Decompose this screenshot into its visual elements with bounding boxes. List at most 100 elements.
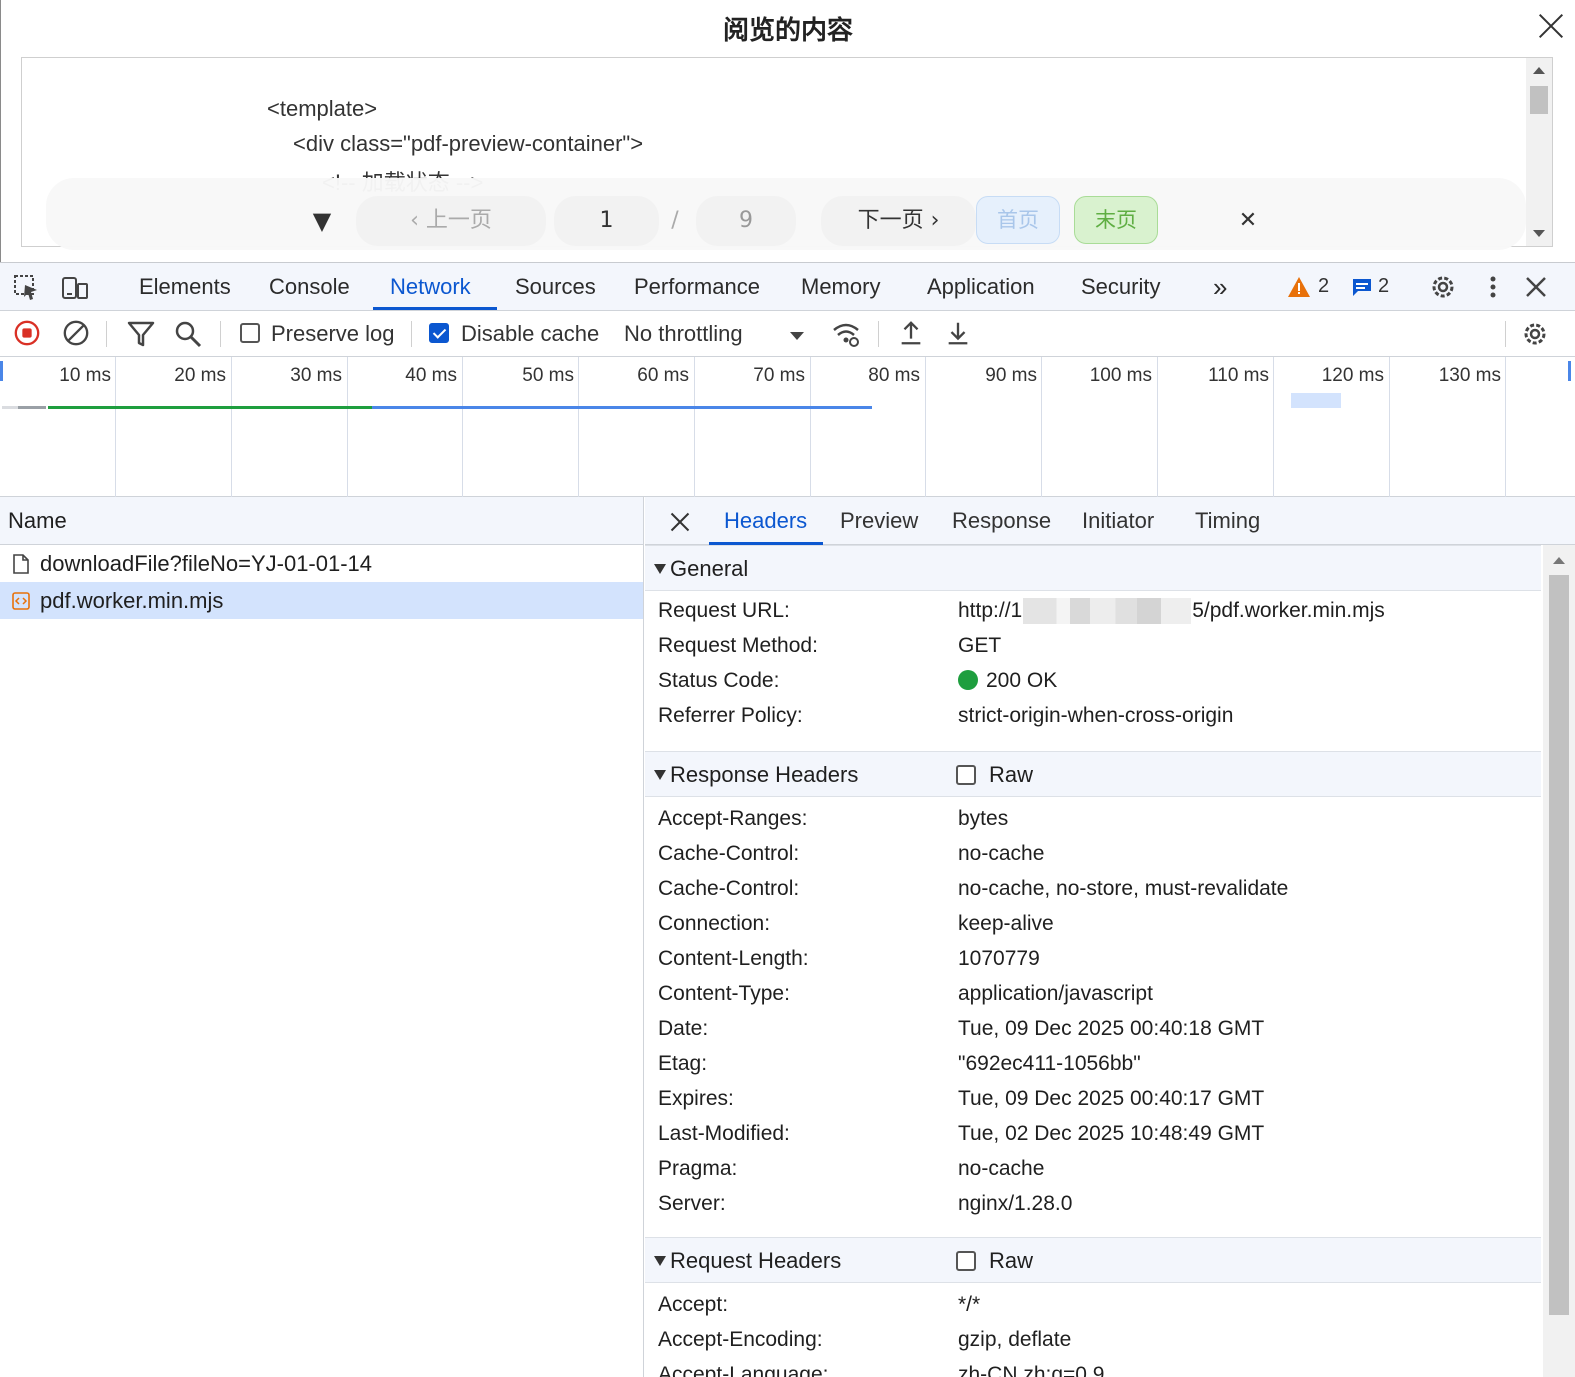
scrollbar-thumb[interactable] xyxy=(1549,575,1569,1315)
timeline-right-handle[interactable] xyxy=(1568,361,1571,381)
next-page-button[interactable]: 下一页 › xyxy=(821,196,976,246)
disable-cache-label[interactable]: Disable cache xyxy=(461,311,599,357)
name-column-header[interactable]: Name xyxy=(0,497,643,545)
current-page-input[interactable]: 1 xyxy=(554,196,659,246)
network-conditions-icon[interactable] xyxy=(831,320,861,348)
header-value[interactable]: http://1 5/pdf.worker.min.mjs xyxy=(958,593,1385,628)
last-page-button[interactable]: 末页 xyxy=(1074,196,1158,244)
clear-icon[interactable] xyxy=(61,319,91,347)
tab-response[interactable]: Response xyxy=(952,497,1051,545)
chevron-down-icon[interactable] xyxy=(787,321,807,349)
header-name: Content-Length: xyxy=(658,947,809,970)
header-value[interactable]: */* xyxy=(958,1287,980,1322)
timeline-gridline xyxy=(578,357,579,497)
filter-icon[interactable] xyxy=(126,320,156,348)
stop-recording-icon[interactable] xyxy=(12,319,42,347)
device-toolbar-icon[interactable] xyxy=(60,273,90,301)
network-overview-timeline[interactable]: 10 ms 20 ms 30 ms 40 ms 50 ms 60 ms 70 m… xyxy=(0,357,1575,497)
header-value[interactable]: no-cache xyxy=(958,836,1044,871)
header-value[interactable]: GET xyxy=(958,628,1001,663)
close-details-icon[interactable] xyxy=(669,511,691,533)
messages-count[interactable]: 2 xyxy=(1378,275,1389,298)
scroll-down-arrow-icon[interactable] xyxy=(1533,230,1545,237)
prev-page-button[interactable]: ‹ 上一页 xyxy=(356,196,546,246)
scroll-up-arrow-icon[interactable] xyxy=(1533,67,1545,74)
header-name: Cache-Control: xyxy=(658,877,800,900)
preserve-log-label[interactable]: Preserve log xyxy=(271,311,395,357)
total-pages: 9 xyxy=(696,196,796,246)
more-tabs-icon[interactable]: » xyxy=(1213,263,1227,311)
warning-icon[interactable] xyxy=(1287,276,1311,298)
header-name: Pragma: xyxy=(658,1157,738,1180)
preview-scrollbar[interactable] xyxy=(1526,58,1552,246)
tab-performance[interactable]: Performance xyxy=(634,263,760,311)
close-devtools-icon[interactable] xyxy=(1521,273,1551,301)
header-row: Accept: */* xyxy=(645,1287,1541,1322)
header-value[interactable]: Tue, 09 Dec 2025 00:40:17 GMT xyxy=(958,1081,1264,1116)
request-row-selected[interactable]: pdf.worker.min.mjs xyxy=(0,582,643,619)
pager-close-icon[interactable]: ✕ xyxy=(1226,196,1270,246)
search-icon[interactable] xyxy=(174,320,204,348)
warnings-count[interactable]: 2 xyxy=(1318,275,1329,298)
tab-application[interactable]: Application xyxy=(927,263,1035,311)
inspect-element-icon[interactable] xyxy=(12,273,42,301)
raw-checkbox[interactable] xyxy=(956,1251,976,1271)
export-har-icon[interactable] xyxy=(943,319,973,347)
header-value[interactable]: Tue, 09 Dec 2025 00:40:18 GMT xyxy=(958,1011,1264,1046)
request-headers-section-header[interactable]: Request Headers Raw xyxy=(645,1237,1541,1283)
header-value[interactable]: 200 OK xyxy=(958,663,1057,698)
devtools-main-toolbar: Elements Console Network Sources Perform… xyxy=(0,263,1575,311)
header-value[interactable]: 1070779 xyxy=(958,941,1040,976)
header-value[interactable]: keep-alive xyxy=(958,906,1054,941)
timeline-bar-waiting xyxy=(48,406,372,409)
timeline-left-handle[interactable] xyxy=(0,361,3,381)
timeline-tick-label: 80 ms xyxy=(868,365,920,386)
tab-initiator[interactable]: Initiator xyxy=(1082,497,1154,545)
tab-headers[interactable]: Headers xyxy=(724,497,807,545)
raw-checkbox[interactable] xyxy=(956,765,976,785)
code-line: <template> xyxy=(267,96,378,121)
header-value[interactable]: bytes xyxy=(958,801,1008,836)
header-value[interactable]: Tue, 02 Dec 2025 10:48:49 GMT xyxy=(958,1116,1264,1151)
preserve-log-checkbox[interactable] xyxy=(240,323,260,343)
request-row[interactable]: downloadFile?fileNo=YJ-01-01-14 xyxy=(0,545,643,582)
timeline-gridline xyxy=(115,357,116,497)
header-value[interactable]: no-cache xyxy=(958,1151,1044,1186)
raw-label[interactable]: Raw xyxy=(989,1238,1033,1284)
header-value[interactable]: strict-origin-when-cross-origin xyxy=(958,698,1233,733)
header-value[interactable]: gzip, deflate xyxy=(958,1322,1071,1357)
general-section-header[interactable]: General xyxy=(645,545,1541,591)
import-har-icon[interactable] xyxy=(896,319,926,347)
tab-preview[interactable]: Preview xyxy=(840,497,918,545)
expand-triangle-icon xyxy=(654,770,666,780)
tab-elements[interactable]: Elements xyxy=(139,263,231,311)
tab-network[interactable]: Network xyxy=(390,263,471,311)
details-scrollbar[interactable] xyxy=(1543,545,1575,1377)
scroll-up-arrow-icon[interactable] xyxy=(1553,557,1565,564)
tab-security[interactable]: Security xyxy=(1081,263,1160,311)
header-value[interactable]: "692ec411-1056bb" xyxy=(958,1046,1141,1081)
header-value[interactable]: no-cache, no-store, must-revalidate xyxy=(958,871,1288,906)
header-value[interactable]: zh-CN,zh;q=0.9 xyxy=(958,1357,1105,1377)
timeline-gridline xyxy=(1389,357,1390,497)
settings-gear-icon[interactable] xyxy=(1428,273,1458,301)
raw-label[interactable]: Raw xyxy=(989,752,1033,798)
first-page-button[interactable]: 首页 xyxy=(976,196,1060,244)
header-name: Accept-Encoding: xyxy=(658,1328,823,1351)
pager-menu-icon[interactable]: ▼ xyxy=(302,196,342,246)
tab-sources[interactable]: Sources xyxy=(515,263,596,311)
tab-timing[interactable]: Timing xyxy=(1195,497,1260,545)
network-settings-gear-icon[interactable] xyxy=(1520,320,1550,348)
url-prefix: http://1 xyxy=(958,599,1023,622)
more-options-icon[interactable] xyxy=(1478,273,1508,301)
scrollbar-thumb[interactable] xyxy=(1530,86,1548,114)
disable-cache-checkbox[interactable] xyxy=(429,323,449,343)
header-value[interactable]: application/javascript xyxy=(958,976,1153,1011)
tab-memory[interactable]: Memory xyxy=(801,263,880,311)
response-headers-section-header[interactable]: Response Headers Raw xyxy=(645,751,1541,797)
throttling-select[interactable]: No throttling xyxy=(624,311,743,357)
header-value[interactable]: nginx/1.28.0 xyxy=(958,1186,1072,1221)
tab-console[interactable]: Console xyxy=(269,263,350,311)
close-icon[interactable] xyxy=(1535,10,1567,42)
message-icon[interactable] xyxy=(1351,277,1373,297)
